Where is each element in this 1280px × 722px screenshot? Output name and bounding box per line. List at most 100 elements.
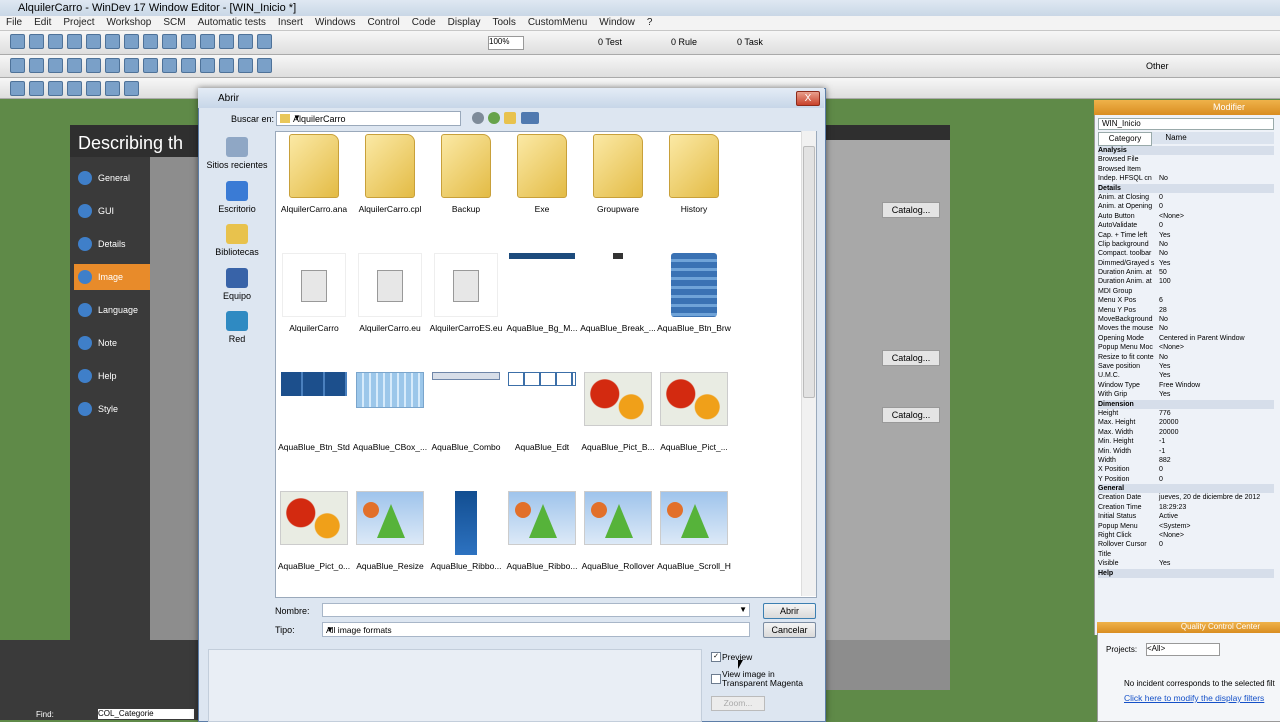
file-type-select[interactable]: All image formats ▼ <box>322 622 750 637</box>
property-value[interactable]: 6 <box>1158 296 1274 305</box>
property-value[interactable]: 20000 <box>1158 418 1274 427</box>
property-row[interactable]: X Position 0 <box>1098 465 1274 474</box>
menu-item[interactable]: CustomMenu <box>522 16 593 30</box>
property-row[interactable]: Anim. at Closing 0 <box>1098 193 1274 202</box>
dialog-close-button[interactable]: X <box>796 91 820 106</box>
modify-filters-link[interactable]: Click here to modify the display filters <box>1124 693 1264 703</box>
nav-item-help[interactable]: Help <box>74 363 150 389</box>
property-value[interactable]: Free Window <box>1158 381 1274 390</box>
file-item[interactable]: History <box>656 134 732 214</box>
property-value[interactable]: No <box>1158 315 1274 324</box>
chevron-down-icon[interactable]: ▼ <box>293 113 457 122</box>
menu-item[interactable]: Windows <box>309 16 362 30</box>
property-value[interactable]: 50 <box>1158 268 1274 277</box>
view-menu-icon[interactable] <box>521 112 539 124</box>
html-control-icon[interactable] <box>238 58 253 73</box>
zoom-combo[interactable]: 100% <box>488 36 524 50</box>
list-control-icon[interactable] <box>124 58 139 73</box>
cancel-button[interactable]: Cancelar <box>763 622 816 638</box>
new-icon[interactable] <box>10 34 25 49</box>
property-value[interactable] <box>1158 165 1274 174</box>
property-value[interactable]: 20000 <box>1158 428 1274 437</box>
property-row[interactable]: Creation Time 18:29:23 <box>1098 503 1274 512</box>
property-value[interactable]: No <box>1158 174 1274 183</box>
property-value[interactable] <box>1158 287 1274 296</box>
property-value[interactable]: 882 <box>1158 456 1274 465</box>
property-row[interactable]: Height 776 <box>1098 409 1274 418</box>
align-right-icon[interactable] <box>29 81 44 96</box>
menu-item[interactable]: Project <box>57 16 100 30</box>
menu-item[interactable]: Control <box>362 16 406 30</box>
menu-item[interactable]: Tools <box>486 16 521 30</box>
property-section[interactable]: Details <box>1098 183 1274 193</box>
image-control-icon[interactable] <box>67 58 82 73</box>
run-icon[interactable] <box>200 34 215 49</box>
combo-control-icon[interactable] <box>143 58 158 73</box>
nav-item-gui[interactable]: GUI <box>74 198 150 224</box>
property-row[interactable]: Creation Date jueves, 20 de diciembre de … <box>1098 493 1274 502</box>
grid-icon[interactable] <box>238 34 253 49</box>
property-value[interactable]: 0 <box>1158 202 1274 211</box>
look-in-combo[interactable]: AlquilerCarro ▼ <box>276 111 461 126</box>
property-row[interactable]: Compact. toolbar No <box>1098 249 1274 258</box>
property-value[interactable] <box>1158 550 1274 559</box>
file-item[interactable]: AlquilerCarro.cpl <box>352 134 428 214</box>
property-value[interactable]: <System> <box>1158 522 1274 531</box>
property-row[interactable]: Window Type Free Window <box>1098 381 1274 390</box>
place-escritorio[interactable]: Escritorio <box>205 181 269 214</box>
property-value[interactable]: Yes <box>1158 371 1274 380</box>
property-row[interactable]: With Grip Yes <box>1098 390 1274 399</box>
property-value[interactable] <box>1158 400 1274 409</box>
menu-item[interactable]: Window <box>593 16 641 30</box>
align-top-icon[interactable] <box>48 81 63 96</box>
edit-control-icon[interactable] <box>10 58 25 73</box>
file-item[interactable]: Groupware <box>580 134 656 214</box>
redo-icon[interactable] <box>162 34 177 49</box>
property-row[interactable]: Duration Anim. at 100 <box>1098 277 1274 286</box>
align-left-icon[interactable] <box>10 81 25 96</box>
property-value[interactable] <box>1158 484 1274 493</box>
property-value[interactable]: 0 <box>1158 465 1274 474</box>
file-item[interactable]: AquaBlue_Pict_o... <box>276 491 352 571</box>
file-item[interactable]: AquaBlue_Ribbo... <box>428 491 504 571</box>
up-folder-icon[interactable] <box>488 112 500 124</box>
projects-combo[interactable]: <All> <box>1146 643 1220 656</box>
file-item[interactable]: AquaBlue_Pict_B... <box>580 372 656 452</box>
tab-name[interactable]: Name <box>1150 132 1202 144</box>
new-folder-icon[interactable] <box>504 112 516 124</box>
property-row[interactable]: MDI Group <box>1098 287 1274 296</box>
menu-item[interactable]: Automatic tests <box>192 16 272 30</box>
property-row[interactable]: Popup Menu Moc <None> <box>1098 343 1274 352</box>
menu-item[interactable]: Code <box>406 16 442 30</box>
test-counter[interactable]: 0 Test <box>598 37 622 47</box>
modifier-window-name[interactable]: WIN_Inicio <box>1098 118 1274 130</box>
file-list[interactable]: AlquilerCarro.ana AlquilerCarro.cpl Backup… <box>275 131 817 598</box>
cut-icon[interactable] <box>86 34 101 49</box>
property-value[interactable]: -1 <box>1158 447 1274 456</box>
menu-item[interactable]: Insert <box>272 16 309 30</box>
property-row[interactable]: Initial Status Active <box>1098 512 1274 521</box>
property-value[interactable]: No <box>1158 353 1274 362</box>
property-row[interactable]: Auto Button <None> <box>1098 212 1274 221</box>
property-row[interactable]: Max. Height 20000 <box>1098 418 1274 427</box>
property-value[interactable]: No <box>1158 324 1274 333</box>
open-button[interactable]: Abrir <box>763 603 816 619</box>
menu-item[interactable]: ? <box>641 16 659 30</box>
property-row[interactable]: Right Click <None> <box>1098 531 1274 540</box>
property-row[interactable]: Browsed File <box>1098 155 1274 164</box>
property-row[interactable]: Menu X Pos 6 <box>1098 296 1274 305</box>
property-value[interactable]: Yes <box>1158 390 1274 399</box>
back-icon[interactable] <box>472 112 484 124</box>
property-row[interactable]: Resize to fit conte No <box>1098 353 1274 362</box>
property-value[interactable]: Yes <box>1158 559 1274 568</box>
file-item[interactable]: AlquilerCarro.eu <box>352 253 428 333</box>
file-item[interactable]: AquaBlue_Bg_M... <box>504 253 580 333</box>
debug-icon[interactable] <box>219 34 234 49</box>
tab-control-icon[interactable] <box>257 58 272 73</box>
property-value[interactable]: 18:29:23 <box>1158 503 1274 512</box>
print-icon[interactable] <box>67 34 82 49</box>
property-value[interactable] <box>1158 146 1274 155</box>
property-row[interactable]: Duration Anim. at 50 <box>1098 268 1274 277</box>
property-row[interactable]: Min. Height -1 <box>1098 437 1274 446</box>
rule-counter[interactable]: 0 Rule <box>671 37 697 47</box>
